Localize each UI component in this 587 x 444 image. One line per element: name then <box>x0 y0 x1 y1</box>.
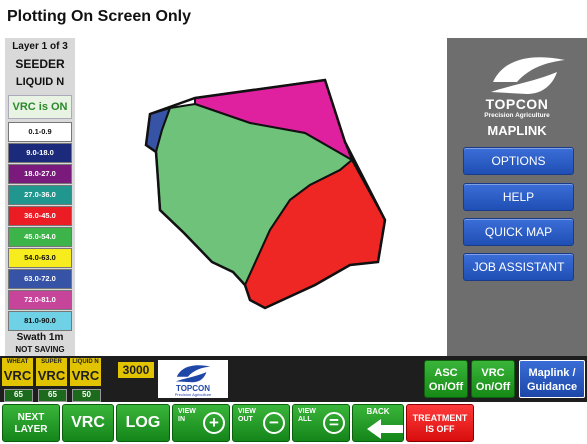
help-button[interactable]: HELP <box>463 183 574 211</box>
product-rate-value: 65 <box>38 389 67 402</box>
legend-item: 54.0-63.0 <box>8 248 72 268</box>
asc-toggle-button[interactable]: ASC On/Off <box>424 360 468 398</box>
mini-logo: TOPCON Precision Agriculture <box>158 360 228 398</box>
legend-item: 81.0-90.0 <box>8 311 72 331</box>
product-name: SUPER <box>36 358 67 366</box>
legend-item: 9.0-18.0 <box>8 143 72 163</box>
back-button[interactable]: BACK <box>352 404 404 442</box>
legend-item: 45.0-54.0 <box>8 227 72 247</box>
field-map[interactable] <box>75 38 447 356</box>
product-super[interactable]: SUPER VRC 65 <box>36 358 67 402</box>
count-readout: 3000 <box>118 362 154 378</box>
log-button[interactable]: LOG <box>116 404 170 442</box>
minus-icon: − <box>263 412 285 434</box>
view-out-label: VIEW OUT <box>238 408 256 423</box>
vrc-toggle-button[interactable]: VRC On/Off <box>471 360 515 398</box>
asc-sublabel: On/Off <box>428 381 464 393</box>
plus-icon: + <box>203 412 225 434</box>
legend-item: 63.0-72.0 <box>8 269 72 289</box>
next-layer-sublabel: LAYER <box>14 424 48 435</box>
treatment-label: TREATMENT <box>412 413 468 423</box>
product-name: LIQUID N <box>70 358 101 366</box>
view-all-label: VIEW ALL <box>298 408 316 423</box>
topcon-logo-icon <box>491 57 565 94</box>
vrc-status-badge: VRC is ON <box>8 95 72 119</box>
treatment-sublabel: IS OFF <box>425 424 455 434</box>
vrc-button[interactable]: VRC <box>62 404 114 442</box>
guidance-button[interactable]: Maplink / Guidance <box>519 360 585 398</box>
view-out-button[interactable]: VIEW OUT − <box>232 404 290 442</box>
view-all-button[interactable]: VIEW ALL = <box>292 404 350 442</box>
legend-item: 27.0-36.0 <box>8 185 72 205</box>
page-title: Plotting On Screen Only <box>7 8 192 25</box>
product-liquid-n[interactable]: LIQUID N VRC 50 <box>70 358 101 402</box>
vrc-label: VRC <box>481 367 505 379</box>
product-rate-value: 50 <box>72 389 101 402</box>
implement-label: SEEDER <box>15 57 65 71</box>
next-layer-label: NEXT <box>17 412 45 423</box>
equals-icon: = <box>323 412 345 434</box>
next-layer-button[interactable]: NEXT LAYER <box>2 404 60 442</box>
back-label: BACK <box>366 407 390 416</box>
asc-label: ASC <box>434 367 458 379</box>
product-wheat[interactable]: WHEAT VRC 65 <box>2 358 33 402</box>
guidance-sublabel: Guidance <box>526 381 578 393</box>
product-name: MAPLINK <box>487 123 547 138</box>
product-vrc-label: VRC <box>2 366 33 386</box>
arrow-left-icon <box>367 419 403 439</box>
product-vrc-label: VRC <box>70 366 101 386</box>
mini-logo-subtitle: Precision Agriculture <box>174 392 212 397</box>
quick-map-button[interactable]: QUICK MAP <box>463 218 574 246</box>
brand-subtitle: Precision Agriculture <box>484 112 550 119</box>
view-in-label: VIEW IN <box>178 408 196 423</box>
map-area[interactable] <box>75 38 447 356</box>
product-name: WHEAT <box>2 358 33 366</box>
brand-name: TOPCON <box>485 96 549 112</box>
product-rate-value: 65 <box>4 389 33 402</box>
layer-indicator[interactable]: Layer 1 of 3 <box>5 41 75 52</box>
options-button[interactable]: OPTIONS <box>463 147 574 175</box>
guidance-label: Maplink / <box>528 367 576 379</box>
legend-item: 18.0-27.0 <box>8 164 72 184</box>
treatment-status-button[interactable]: TREATMENT IS OFF <box>406 404 474 442</box>
product-vrc-label: VRC <box>36 366 67 386</box>
swath-label: Swath 1m <box>16 332 64 343</box>
vrc-sublabel: On/Off <box>475 381 511 393</box>
rate-legend: 0.1-0.9 9.0-18.0 18.0-27.0 27.0-36.0 36.0-45… <box>8 122 72 332</box>
job-assistant-button[interactable]: JOB ASSISTANT <box>463 253 574 281</box>
legend-item: 0.1-0.9 <box>8 122 72 142</box>
view-in-button[interactable]: VIEW IN + <box>172 404 230 442</box>
saving-status: NOT SAVING <box>15 345 65 354</box>
legend-item: 36.0-45.0 <box>8 206 72 226</box>
legend-item: 72.0-81.0 <box>8 290 72 310</box>
product-label: LIQUID N <box>15 76 65 88</box>
topcon-logo-icon <box>175 365 211 383</box>
